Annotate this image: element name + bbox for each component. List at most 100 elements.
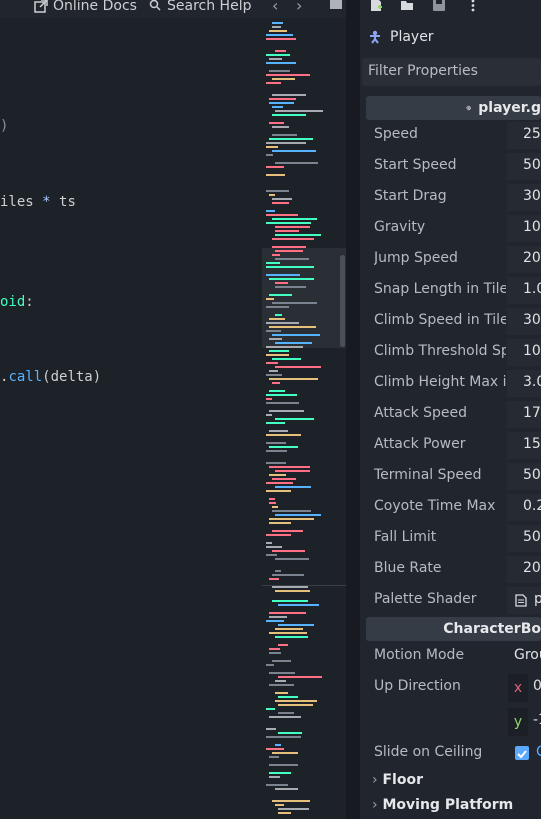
minimap-line (275, 744, 281, 746)
property-value-field[interactable]: 50 (523, 529, 541, 545)
script-section-header[interactable]: player.g (366, 96, 541, 120)
up-direction-x-field[interactable]: 0 (533, 678, 541, 694)
minimap-line (275, 110, 323, 112)
property-label: Coyote Time Max (374, 498, 496, 514)
minimap-line (269, 518, 314, 520)
characterbody-section-header[interactable]: CharacterBo (366, 617, 541, 641)
minimap-line (272, 198, 292, 200)
open-resource-icon[interactable] (400, 0, 414, 12)
minimap-line (269, 684, 294, 686)
minimap-line (266, 542, 272, 544)
dock-splitter[interactable] (346, 0, 360, 819)
minimap-line (269, 502, 276, 504)
minimap-line (272, 574, 304, 576)
minimap-line (278, 696, 298, 698)
property-label: Climb Height Max i (374, 374, 506, 390)
minimap-line (272, 94, 306, 96)
property-value-field[interactable]: 50 (523, 157, 541, 173)
property-value-field[interactable]: 1.0 (523, 281, 541, 297)
up-direction-x-label: x (508, 674, 528, 702)
minimap-line (266, 306, 289, 308)
minimap-line (269, 652, 281, 654)
property-label: Start Drag (374, 188, 447, 204)
minimap-line (269, 616, 287, 618)
property-value-field[interactable]: p (534, 591, 541, 607)
minimap-line (269, 138, 313, 140)
property-value-field[interactable]: 30 (523, 188, 541, 204)
minimap-line (275, 788, 298, 790)
minimap-line (266, 222, 311, 224)
motion-mode-dropdown[interactable]: Grou (514, 647, 541, 663)
minimap-line (269, 58, 282, 60)
minimap-line (275, 230, 299, 232)
floor-group-label: Floor (382, 772, 423, 788)
property-value-field[interactable]: 10 (523, 343, 541, 359)
back-arrow-icon[interactable]: ‹ (272, 0, 278, 15)
minimap-line (266, 74, 310, 76)
minimap-line (266, 146, 278, 148)
floor-group[interactable]: › Floor (372, 772, 423, 788)
filter-properties-input[interactable]: Filter Properties (362, 58, 541, 86)
minimap-line (275, 558, 309, 560)
property-value-field[interactable]: 15 (523, 436, 541, 452)
minimap-line (275, 314, 282, 316)
more-options-icon[interactable] (466, 0, 480, 12)
minimap-divider (262, 585, 346, 586)
property-value-field[interactable]: 30 (523, 312, 541, 328)
toggle-panel-icon[interactable] (329, 0, 343, 10)
online-docs-button[interactable]: Online Docs (34, 0, 137, 16)
minimap-line (266, 374, 282, 376)
property-value-field[interactable]: 25 (523, 126, 541, 142)
property-label: Fall Limit (374, 529, 437, 545)
property-value-field[interactable]: 20 (523, 250, 541, 266)
slide-on-ceiling-label: Slide on Ceiling (374, 744, 483, 760)
minimap-line (269, 278, 314, 280)
property-value-field[interactable]: 10 (523, 219, 541, 235)
slide-on-ceiling-checkbox[interactable] (515, 746, 529, 760)
minimap-line (272, 26, 281, 28)
minimap-line (275, 470, 310, 472)
minimap-line (269, 716, 301, 718)
minimap-line (269, 98, 296, 100)
minimap-line (269, 756, 279, 758)
property-label: Speed (374, 126, 418, 142)
property-value-field[interactable]: 17 (523, 405, 541, 421)
minimap-line (275, 286, 306, 288)
editor-scrollbar[interactable] (340, 255, 345, 347)
minimap-line (272, 202, 289, 204)
minimap-line (269, 430, 288, 432)
minimap-line (266, 262, 280, 264)
search-help-button[interactable]: Search Help (148, 0, 251, 16)
minimap-line (278, 704, 313, 706)
code-minimap[interactable] (262, 18, 346, 819)
minimap-line (266, 38, 296, 40)
selected-node-row[interactable]: Player (360, 24, 541, 50)
property-value-field[interactable]: 20 (523, 560, 541, 576)
up-direction-y-field[interactable]: -1 (533, 712, 541, 728)
up-direction-label: Up Direction (374, 678, 461, 694)
new-resource-icon[interactable] (369, 0, 383, 12)
property-value-field[interactable]: 0.2 (523, 498, 541, 514)
moving-platform-group[interactable]: › Moving Platform (372, 797, 513, 813)
minimap-line (275, 570, 281, 572)
minimap-line (266, 166, 284, 168)
minimap-line (269, 350, 289, 352)
minimap-line (272, 600, 308, 602)
code-editor[interactable]: ) iles * ts oid: .call(delta) (0, 18, 262, 819)
code-line: .call(delta) (0, 369, 102, 385)
minimap-line (266, 34, 293, 36)
minimap-line (278, 732, 302, 734)
property-value-field[interactable]: 3.0 (523, 374, 541, 390)
save-resource-icon[interactable] (432, 0, 446, 12)
script-editor-topbar: Online Docs Search Help ‹ › (0, 0, 355, 18)
node-name: Player (390, 29, 434, 45)
minimap-line (272, 506, 278, 508)
property-value-field[interactable]: 50 (523, 467, 541, 483)
minimap-line (266, 298, 274, 300)
minimap-line (275, 366, 321, 368)
property-label: Palette Shader (374, 591, 477, 607)
minimap-line (266, 414, 272, 416)
forward-arrow-icon[interactable]: › (296, 0, 302, 15)
online-docs-label: Online Docs (53, 0, 137, 14)
minimap-line (275, 692, 288, 694)
